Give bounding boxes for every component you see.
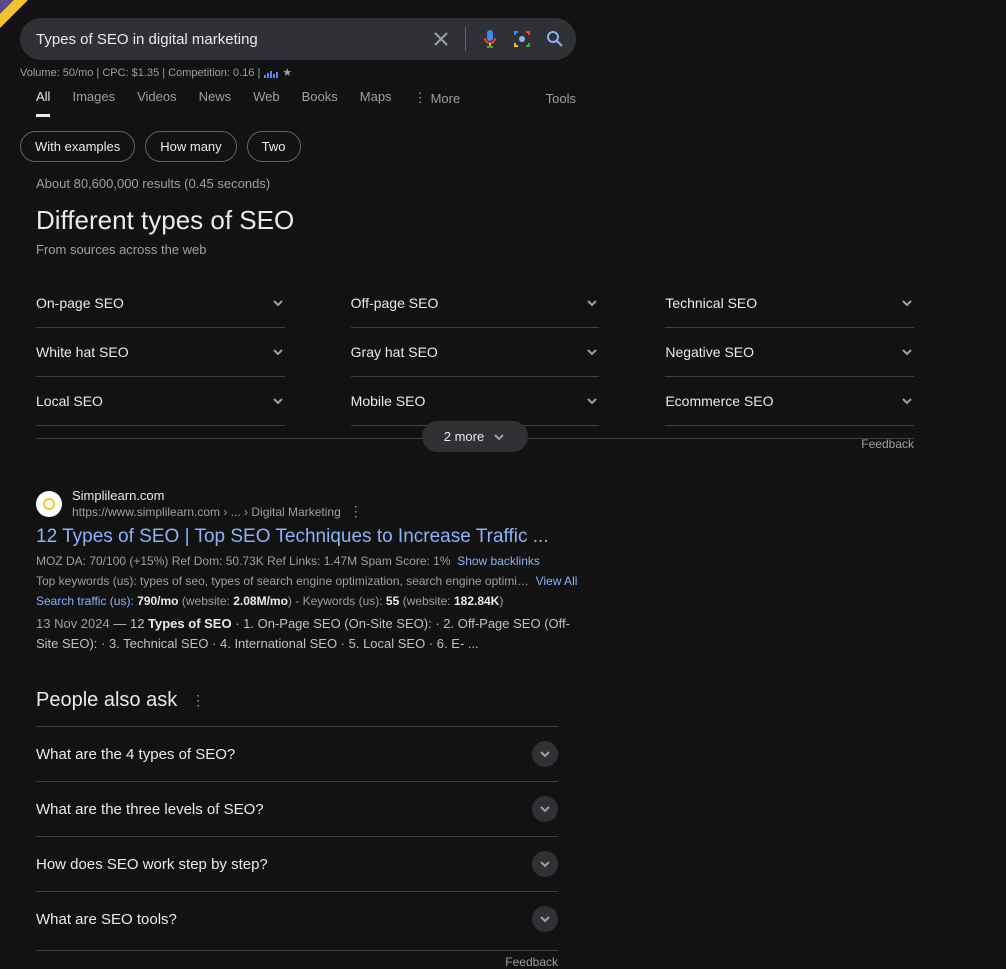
chevron-down-icon [271,345,285,359]
search-result: Simplilearn.com https://www.simplilearn.… [36,488,592,653]
chevron-down-icon [585,394,599,408]
section-subheading: From sources across the web [36,242,986,257]
people-also-ask: People also ask ⋮ What are the 4 types o… [36,689,558,969]
section-heading: Different types of SEO [36,205,986,236]
site-favicon [36,491,62,517]
divider [465,27,466,51]
seo-type-item[interactable]: Gray hat SEO [351,328,600,377]
bars-icon [264,68,278,78]
paa-question[interactable]: What are SEO tools? [36,891,558,946]
corner-badge [0,0,28,28]
chevron-down-icon [585,345,599,359]
chevron-down-icon [532,741,558,767]
result-title-link[interactable]: 12 Types of SEO | Top SEO Techniques to … [36,526,592,548]
result-seo-meta: MOZ DA: 70/100 (+15%) Ref Dom: 50.73K Re… [36,554,592,568]
seo-type-item[interactable]: On-page SEO [36,279,285,328]
paa-feedback-link[interactable]: Feedback [36,950,558,969]
tab-news[interactable]: News [199,89,232,117]
search-icon[interactable] [546,30,564,48]
seo-type-item[interactable]: Mobile SEO [351,377,600,426]
nav-tabs: All Images Videos News Web Books Maps [20,89,392,117]
paa-question[interactable]: What are the three levels of SEO? [36,781,558,836]
result-site-name: Simplilearn.com [72,488,363,503]
chevron-down-icon [900,394,914,408]
tab-images[interactable]: Images [72,89,115,117]
result-menu-icon[interactable]: ⋮ [349,503,363,520]
chevron-down-icon [271,296,285,310]
tab-all[interactable]: All [36,89,50,117]
seo-type-item[interactable]: Ecommerce SEO [665,377,914,426]
results-count: About 80,600,000 results (0.45 seconds) [0,162,1006,191]
tab-maps[interactable]: Maps [360,89,392,117]
paa-menu-icon[interactable]: ⋮ [191,692,205,709]
chevron-down-icon [492,430,506,444]
mic-icon[interactable] [482,29,498,49]
seo-extension-meta: Volume: 50/mo | CPC: $1.35 | Competition… [20,66,986,79]
result-traffic: Search traffic (us): 790/mo (website: 2.… [36,594,592,608]
chevron-down-icon [532,796,558,822]
lens-icon[interactable] [512,29,532,49]
result-url: https://www.simplilearn.com › ... › Digi… [72,505,341,519]
result-snippet: 13 Nov 2024 — 12 Types of SEO · 1. On-Pa… [36,614,592,653]
seo-type-item[interactable]: Technical SEO [665,279,914,328]
seo-type-item[interactable]: Local SEO [36,377,285,426]
seo-type-item[interactable]: White hat SEO [36,328,285,377]
chip-with-examples[interactable]: With examples [20,131,135,162]
paa-question[interactable]: How does SEO work step by step? [36,836,558,891]
seo-type-item[interactable]: Off-page SEO [351,279,600,328]
paa-question[interactable]: What are the 4 types of SEO? [36,726,558,781]
chip-how-many[interactable]: How many [145,131,236,162]
tab-web[interactable]: Web [253,89,280,117]
result-keywords: Top keywords (us): types of seo, types o… [36,574,592,588]
more-menu[interactable]: ⋮More [414,90,461,116]
chevron-down-icon [532,906,558,932]
search-bar[interactable] [20,18,576,60]
chevron-down-icon [900,345,914,359]
search-input[interactable] [36,31,433,48]
seo-types-grid: On-page SEO Off-page SEO Technical SEO W… [36,279,914,426]
chevron-down-icon [271,394,285,408]
tab-videos[interactable]: Videos [137,89,177,117]
chevron-down-icon [585,296,599,310]
seo-type-item[interactable]: Negative SEO [665,328,914,377]
tab-books[interactable]: Books [302,89,338,117]
chevron-down-icon [900,296,914,310]
clear-icon[interactable] [433,31,449,47]
paa-title: People also ask [36,689,177,712]
feedback-link[interactable]: Feedback [861,437,914,451]
chevron-down-icon [532,851,558,877]
show-backlinks-link[interactable]: Show backlinks [457,554,540,568]
chip-two[interactable]: Two [247,131,301,162]
tools-button[interactable]: Tools [546,91,576,116]
show-more-button[interactable]: 2 more [422,421,528,452]
view-all-link[interactable]: View All [536,574,578,588]
